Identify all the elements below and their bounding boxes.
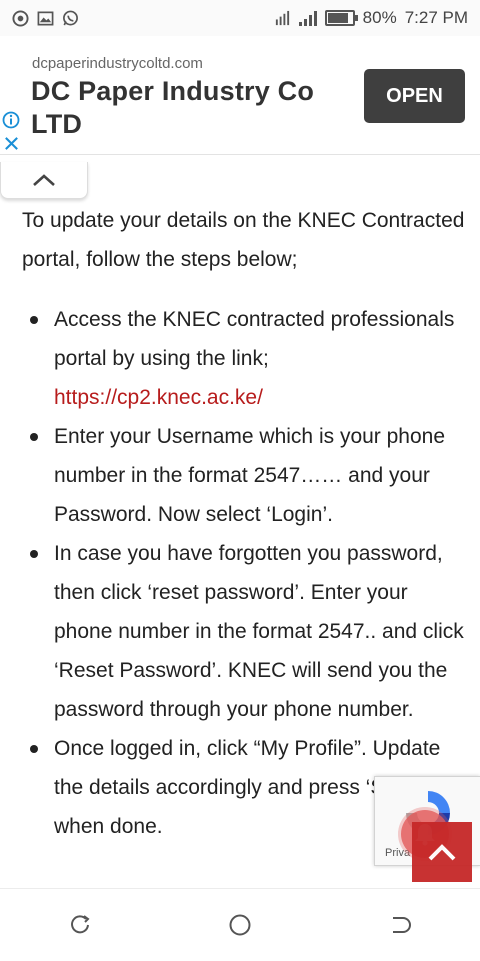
home-icon bbox=[229, 914, 251, 936]
chevron-up-icon bbox=[428, 844, 456, 861]
step-text: Enter your Username which is your phone … bbox=[54, 425, 446, 526]
status-bar: 80% 7:27 PM bbox=[0, 0, 480, 36]
battery-icon bbox=[324, 10, 358, 26]
status-left-icons bbox=[12, 9, 79, 27]
hotspot-icon bbox=[275, 10, 289, 25]
ad-domain: dcpaperindustrycoltd.com bbox=[32, 55, 203, 72]
ad-open-button[interactable]: OPEN bbox=[364, 69, 465, 123]
ad-title[interactable]: DC Paper Industry Co LTD bbox=[31, 75, 331, 141]
nav-recents-button[interactable] bbox=[60, 905, 100, 945]
ad-close-icon[interactable] bbox=[3, 135, 20, 152]
scroll-to-top-button[interactable] bbox=[412, 822, 472, 882]
step-text: In case you have forgotten you password,… bbox=[54, 542, 464, 721]
ad-collapse-button[interactable] bbox=[0, 162, 88, 199]
clock: 7:27 PM bbox=[404, 8, 468, 27]
ad-info-icon[interactable] bbox=[2, 111, 20, 129]
article-intro: To update your details on the KNEC Contr… bbox=[22, 209, 465, 271]
nav-back-button[interactable] bbox=[380, 905, 420, 945]
list-item: Access the KNEC contracted professionals… bbox=[22, 300, 468, 417]
battery-level-fill bbox=[327, 13, 349, 23]
list-item: In case you have forgotten you password,… bbox=[22, 534, 468, 729]
chrome-icon bbox=[12, 9, 29, 27]
system-nav-bar bbox=[0, 888, 480, 961]
steps-list: Access the KNEC contracted professionals… bbox=[22, 300, 468, 846]
article-content: To update your details on the KNEC Contr… bbox=[22, 201, 468, 846]
status-right: 80% 7:27 PM bbox=[274, 8, 468, 28]
battery-percent: 80% bbox=[362, 8, 397, 27]
whatsapp-icon bbox=[63, 10, 78, 25]
list-item: Enter your Username which is your phone … bbox=[22, 417, 468, 534]
gallery-icon bbox=[37, 11, 54, 25]
back-icon bbox=[393, 917, 411, 933]
recents-icon bbox=[71, 915, 90, 934]
nav-home-button[interactable] bbox=[220, 905, 260, 945]
ad-banner[interactable]: dcpaperindustrycoltd.com DC Paper Indust… bbox=[0, 37, 480, 155]
chevron-up-icon bbox=[33, 174, 55, 186]
portal-link[interactable]: https://cp2.knec.ac.ke/ bbox=[54, 386, 263, 409]
signal-icon bbox=[298, 10, 317, 26]
step-text: Access the KNEC contracted professionals… bbox=[54, 308, 455, 370]
